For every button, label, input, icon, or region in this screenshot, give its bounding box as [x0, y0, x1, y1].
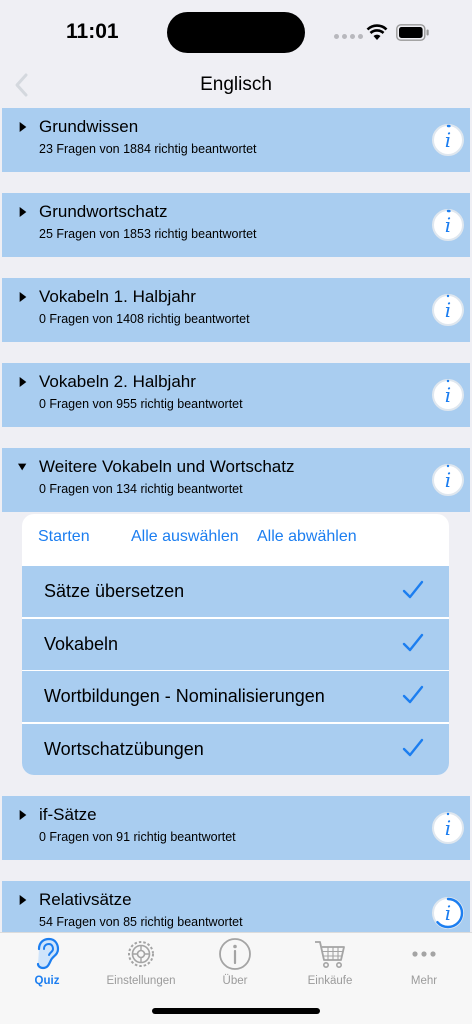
subcategory-item[interactable]: Wortschatzübungen: [22, 724, 449, 775]
info-button[interactable]: i: [432, 124, 464, 156]
ear-icon: [36, 937, 60, 970]
progress-ring-icon: [432, 209, 464, 241]
subcategory-label: Wortbildungen - Nominalisierungen: [44, 686, 325, 706]
disclosure-collapsed-icon[interactable]: [18, 376, 28, 388]
more-icon: [412, 951, 436, 957]
category-progress-text: 23 Fragen von 1884 richtig beantwortet: [39, 142, 257, 156]
status-time: 11:01: [66, 20, 119, 43]
tab-label-quiz: Quiz: [34, 975, 60, 987]
category-progress-text: 0 Fragen von 91 richtig beantwortet: [39, 830, 236, 844]
category-title: Vokabeln 1. Halbjahr: [39, 287, 196, 306]
subcategory-item[interactable]: Vokabeln: [22, 619, 449, 670]
disclosure-collapsed-icon[interactable]: [18, 291, 28, 303]
checkmark-icon: [402, 685, 424, 704]
subcategory-item[interactable]: Sätze übersetzen: [22, 566, 449, 617]
tab-label-more: Mehr: [410, 975, 438, 987]
status-bar: 11:01: [0, 0, 472, 64]
info-button[interactable]: i: [432, 897, 464, 929]
navigation-bar: Englisch: [0, 64, 472, 108]
info-button[interactable]: i: [432, 209, 464, 241]
disclosure-expanded-icon[interactable]: [18, 461, 28, 473]
tab-quiz[interactable]: Quiz: [2, 935, 92, 991]
info-icon: [219, 938, 251, 970]
tab-purchases[interactable]: Einkäufe: [285, 935, 375, 991]
start-button[interactable]: Starten: [38, 528, 90, 546]
progress-ring-icon: [432, 124, 464, 156]
checkmark-icon: [402, 633, 424, 652]
disclosure-collapsed-icon[interactable]: [18, 894, 28, 906]
info-button[interactable]: i: [432, 464, 464, 496]
cellular-signal-icon: [334, 34, 363, 39]
select-all-button[interactable]: Alle auswählen: [131, 528, 239, 546]
subcategory-label: Wortschatzübungen: [44, 739, 204, 759]
checkmark-icon: [402, 580, 424, 599]
category-row[interactable]: Vokabeln 1. Halbjahr 0 Fragen von 1408 ri…: [2, 278, 470, 342]
category-title: Vokabeln 2. Halbjahr: [39, 372, 196, 391]
page-title: Englisch: [200, 74, 272, 95]
tab-settings[interactable]: Einstellungen: [96, 935, 186, 991]
disclosure-collapsed-icon[interactable]: [18, 121, 28, 133]
cart-icon: [315, 941, 345, 968]
category-title: Relativsätze: [39, 890, 132, 909]
category-progress-text: 0 Fragen von 134 richtig beantwortet: [39, 482, 243, 496]
subcategory-item[interactable]: Wortbildungen - Nominalisierungen: [22, 671, 449, 722]
tab-about[interactable]: Über: [190, 935, 280, 991]
disclosure-collapsed-icon[interactable]: [18, 809, 28, 821]
category-row[interactable]: if-Sätze 0 Fragen von 91 richtig beantwor…: [2, 796, 470, 860]
progress-ring-icon: [432, 812, 464, 844]
category-row[interactable]: Grundwissen 23 Fragen von 1884 richtig be…: [2, 108, 470, 172]
progress-ring-icon: [432, 464, 464, 496]
category-title: Grundwissen: [39, 117, 139, 136]
tab-label-about: Über: [222, 975, 248, 987]
home-indicator: [152, 1008, 320, 1014]
category-progress-text: 25 Fragen von 1853 richtig beantwortet: [39, 227, 257, 241]
category-title: Grundwortschatz: [39, 202, 168, 221]
info-button[interactable]: i: [432, 379, 464, 411]
checkmark-icon: [402, 738, 424, 757]
subcategory-label: Sätze übersetzen: [44, 581, 185, 601]
progress-ring-icon: [432, 294, 464, 326]
category-row[interactable]: Vokabeln 2. Halbjahr 0 Fragen von 955 ric…: [2, 363, 470, 427]
tab-more[interactable]: Mehr: [379, 935, 469, 991]
category-title: if-Sätze: [39, 805, 97, 824]
dynamic-island: [167, 12, 305, 53]
tab-label-purchases: Einkäufe: [307, 975, 353, 987]
gear-icon: [128, 941, 154, 967]
disclosure-collapsed-icon[interactable]: [18, 206, 28, 218]
category-progress-text: 0 Fragen von 1408 richtig beantwortet: [39, 312, 250, 326]
category-progress-text: 54 Fragen von 85 richtig beantwortet: [39, 915, 243, 929]
subcategory-card: Starten Alle auswählen Alle abwählen Sät…: [22, 514, 449, 775]
wifi-icon: [366, 24, 388, 40]
deselect-all-button[interactable]: Alle abwählen: [257, 528, 357, 546]
progress-ring-icon: [432, 897, 464, 929]
battery-icon: [396, 24, 429, 41]
category-row[interactable]: Weitere Vokabeln und Wortschatz 0 Fragen …: [2, 448, 470, 512]
category-title: Weitere Vokabeln und Wortschatz: [39, 457, 295, 476]
category-progress-text: 0 Fragen von 955 richtig beantwortet: [39, 397, 243, 411]
card-actions: Starten Alle auswählen Alle abwählen: [22, 528, 449, 548]
progress-ring-icon: [432, 379, 464, 411]
info-button[interactable]: i: [432, 812, 464, 844]
subcategory-label: Vokabeln: [44, 634, 119, 654]
info-button[interactable]: i: [432, 294, 464, 326]
tab-label-settings: Einstellungen: [106, 975, 176, 987]
category-row[interactable]: Grundwortschatz 25 Fragen von 1853 richti…: [2, 193, 470, 257]
